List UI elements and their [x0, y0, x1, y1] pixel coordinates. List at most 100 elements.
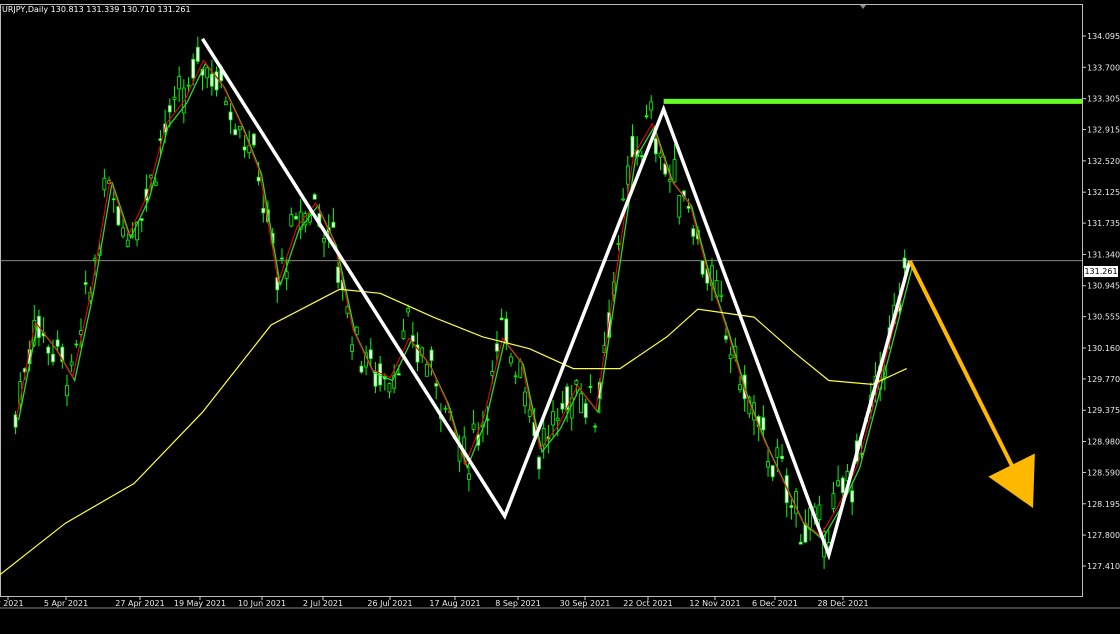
candle-body [312, 194, 317, 200]
candle-body [551, 411, 555, 426]
y-tick-label: 128.980 [1087, 438, 1120, 447]
candle-body [513, 375, 518, 378]
candle-body [350, 344, 354, 352]
candle-body [396, 373, 401, 376]
candle-body [471, 423, 476, 430]
candle-body [616, 242, 621, 245]
candle-body [69, 361, 74, 366]
candle-body [574, 380, 579, 385]
y-tick-label: 133.305 [1087, 95, 1120, 104]
x-tick-label: 17 Aug 2021 [429, 599, 480, 608]
candle-body [691, 228, 696, 237]
candle-body [83, 282, 88, 285]
candle-body [443, 407, 448, 410]
candle-body [728, 354, 733, 359]
candle-body [639, 155, 644, 158]
candle-body [593, 425, 598, 428]
candle-body [116, 206, 121, 226]
chart-window[interactable]: 134.095 133.700 133.305 132.915 132.520 132.1… [0, 0, 1120, 630]
candle-body [294, 215, 298, 220]
x-tick-label: 8 Sep 2021 [495, 599, 541, 608]
candle-body [527, 409, 532, 417]
x-tick-label: 26 Jul 2021 [367, 599, 412, 608]
candle-body [523, 391, 527, 407]
candle-body [495, 343, 499, 352]
candle-body [625, 165, 630, 185]
candle-body [588, 386, 593, 388]
y-tick-label: 131.735 [1087, 219, 1120, 228]
y-tick-label: 128.590 [1087, 468, 1120, 477]
candle-body [242, 146, 247, 151]
candle-body [490, 371, 495, 376]
candle-body [700, 260, 705, 275]
candle-body [686, 205, 691, 209]
candle-body [359, 365, 364, 373]
candle-body [434, 383, 439, 387]
candle-body [46, 346, 51, 354]
candle-body [555, 417, 560, 422]
candle-body [649, 101, 654, 111]
y-tick-label: 130.160 [1087, 344, 1120, 353]
chart-shift-marker [860, 5, 866, 9]
current-price-tag: 131.261 [1084, 266, 1118, 277]
candle-body [401, 330, 406, 339]
candle-body [653, 138, 658, 155]
x-tick-label: 10 Jun 2021 [238, 599, 286, 608]
x-tick-label: 30 Sep 2021 [560, 599, 611, 608]
candle-body [233, 129, 238, 136]
candle-body [630, 135, 635, 158]
candle-body [677, 195, 682, 218]
candle-body [284, 271, 289, 279]
candle-body [172, 96, 177, 100]
x-tick-label: 27 Apr 2021 [115, 599, 164, 608]
candle-body [322, 238, 326, 243]
candle-body [658, 152, 663, 158]
candle-body [289, 214, 294, 227]
x-tick-label: 28 Dec 2021 [817, 599, 868, 608]
candle-body [238, 125, 242, 131]
y-tick-label: 129.375 [1087, 406, 1120, 415]
candle-body [177, 76, 182, 90]
candle-body [770, 465, 775, 478]
candle-body [111, 198, 116, 201]
candle-body [261, 207, 266, 214]
price-chart[interactable]: 134.095 133.700 133.305 132.915 132.520 132.1… [0, 0, 1120, 630]
candle-body [252, 133, 256, 146]
candle-body [195, 46, 200, 62]
candle-body [621, 198, 626, 201]
x-tick-label: ar 2021 [0, 599, 24, 608]
candle-body [51, 353, 55, 363]
y-tick-label: 134.095 [1087, 32, 1120, 41]
candle-body [331, 221, 336, 228]
candle-body [125, 239, 130, 247]
candle-body [65, 385, 69, 397]
x-tick-label: 22 Oct 2021 [623, 599, 672, 608]
candle-body [817, 504, 822, 520]
candle-body [191, 59, 196, 79]
y-tick-label: 130.945 [1087, 282, 1120, 291]
x-tick-label: 12 Nov 2021 [689, 599, 740, 608]
candle-body [368, 349, 373, 360]
candle-body [840, 477, 845, 494]
y-tick-label: 131.340 [1087, 250, 1120, 259]
candle-body [537, 456, 541, 470]
candles-group [13, 36, 907, 569]
candle-body [406, 307, 411, 313]
candle-body [798, 541, 803, 545]
candle-body [583, 403, 588, 418]
candle-body [139, 218, 144, 221]
candle-body [504, 318, 509, 344]
candle-body [579, 393, 583, 414]
candle-body [102, 177, 107, 191]
candle-body [205, 67, 210, 79]
candle-body [121, 227, 125, 237]
y-tick-label: 132.125 [1087, 188, 1120, 197]
y-tick-label: 128.195 [1087, 500, 1120, 509]
candle-body [724, 335, 728, 340]
candle-body [902, 257, 907, 269]
candle-body [719, 294, 724, 297]
candle-body [836, 480, 841, 487]
candle-body [429, 349, 434, 361]
candle-body [228, 111, 233, 121]
candle-body [256, 176, 261, 182]
